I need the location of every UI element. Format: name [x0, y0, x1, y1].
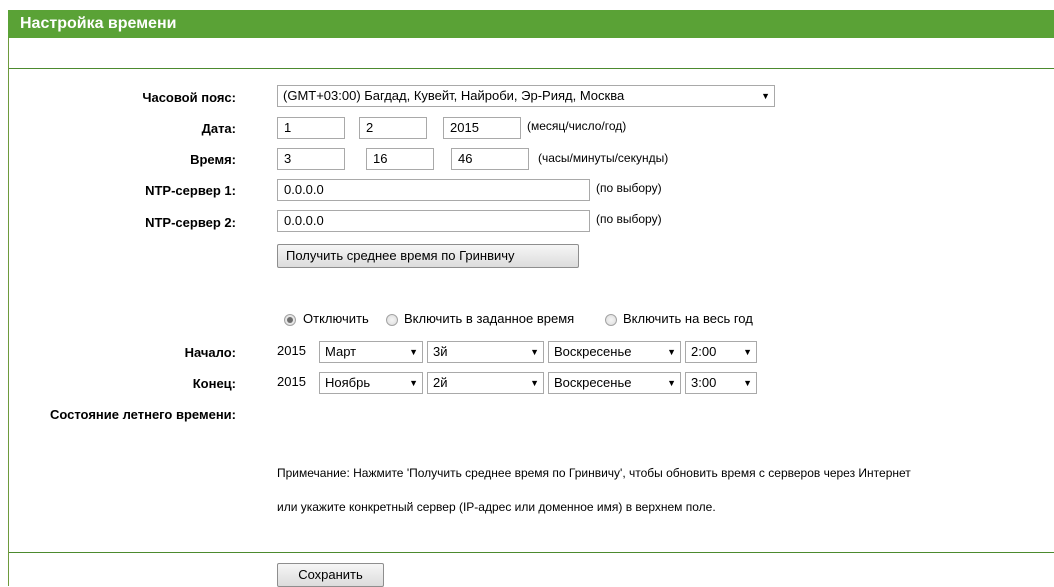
timezone-select[interactable]: (GMT+03:00) Багдад, Кувейт, Найроби, Эр-… — [277, 85, 775, 107]
time-format-hint: (часы/минуты/секунды) — [538, 151, 669, 165]
dst-scheduled-radio[interactable] — [386, 314, 398, 326]
date-label: Дата: — [201, 121, 236, 136]
page-title: Настройка времени — [8, 10, 1054, 38]
dst-end-weekday-select[interactable]: Воскресенье ▼ — [548, 372, 681, 394]
dst-end-week-value: 2й — [433, 375, 448, 390]
dst-start-time-select[interactable]: 2:00 ▼ — [685, 341, 757, 363]
date-month-input[interactable]: 1 — [277, 117, 345, 139]
chevron-down-icon: ▼ — [667, 347, 676, 357]
get-gmt-button[interactable]: Получить среднее время по Гринвичу — [277, 244, 579, 268]
timezone-label: Часовой пояс: — [142, 90, 236, 105]
dst-all-year-radio[interactable] — [605, 314, 617, 326]
timezone-value: (GMT+03:00) Багдад, Кувейт, Найроби, Эр-… — [283, 88, 625, 103]
bottom-divider — [9, 552, 1054, 553]
time-minutes-input[interactable]: 16 — [366, 148, 434, 170]
time-hours-input[interactable]: 3 — [277, 148, 345, 170]
date-format-hint: (месяц/число/год) — [527, 119, 627, 133]
note-line-1: Примечание: Нажмите 'Получить среднее вр… — [277, 466, 911, 480]
note-line-2: или укажите конкретный сервер (IP-адрес … — [277, 500, 716, 514]
dst-start-month-select[interactable]: Март ▼ — [319, 341, 423, 363]
dst-end-month-value: Ноябрь — [325, 375, 371, 390]
dst-scheduled-label: Включить в заданное время — [404, 311, 575, 326]
ntp2-hint: (по выбору) — [596, 212, 662, 226]
ntp2-input[interactable]: 0.0.0.0 — [277, 210, 590, 232]
ntp1-label: NTP-сервер 1: — [145, 183, 236, 198]
date-day-input[interactable]: 2 — [359, 117, 427, 139]
time-seconds-input[interactable]: 46 — [451, 148, 529, 170]
save-button[interactable]: Сохранить — [277, 563, 384, 587]
ntp1-input[interactable]: 0.0.0.0 — [277, 179, 590, 201]
dst-end-weekday-value: Воскресенье — [554, 375, 632, 390]
chevron-down-icon: ▼ — [743, 347, 752, 357]
dst-end-label: Конец: — [192, 376, 236, 391]
dst-disable-radio[interactable] — [284, 314, 296, 326]
dst-start-week-value: 3й — [433, 344, 448, 359]
dst-all-year-label: Включить на весь год — [623, 311, 753, 326]
chevron-down-icon: ▼ — [743, 378, 752, 388]
top-divider — [9, 68, 1054, 69]
dst-end-year: 2015 — [277, 374, 306, 389]
dst-start-weekday-select[interactable]: Воскресенье ▼ — [548, 341, 681, 363]
time-label: Время: — [190, 152, 236, 167]
chevron-down-icon: ▼ — [409, 378, 418, 388]
date-year-input[interactable]: 2015 — [443, 117, 521, 139]
chevron-down-icon: ▼ — [761, 91, 770, 101]
ntp2-label: NTP-сервер 2: — [145, 215, 236, 230]
dst-end-month-select[interactable]: Ноябрь ▼ — [319, 372, 423, 394]
dst-start-label: Начало: — [184, 345, 236, 360]
dst-start-year: 2015 — [277, 343, 306, 358]
dst-end-time-value: 3:00 — [691, 375, 717, 390]
chevron-down-icon: ▼ — [409, 347, 418, 357]
chevron-down-icon: ▼ — [667, 378, 676, 388]
ntp1-hint: (по выбору) — [596, 181, 662, 195]
dst-start-weekday-value: Воскресенье — [554, 344, 632, 359]
dst-start-week-select[interactable]: 3й ▼ — [427, 341, 544, 363]
dst-start-time-value: 2:00 — [691, 344, 717, 359]
dst-status-label: Состояние летнего времени: — [49, 407, 236, 422]
dst-start-month-value: Март — [325, 344, 357, 359]
dst-end-week-select[interactable]: 2й ▼ — [427, 372, 544, 394]
chevron-down-icon: ▼ — [530, 347, 539, 357]
chevron-down-icon: ▼ — [530, 378, 539, 388]
dst-disable-label: Отключить — [303, 311, 369, 326]
dst-end-time-select[interactable]: 3:00 ▼ — [685, 372, 757, 394]
